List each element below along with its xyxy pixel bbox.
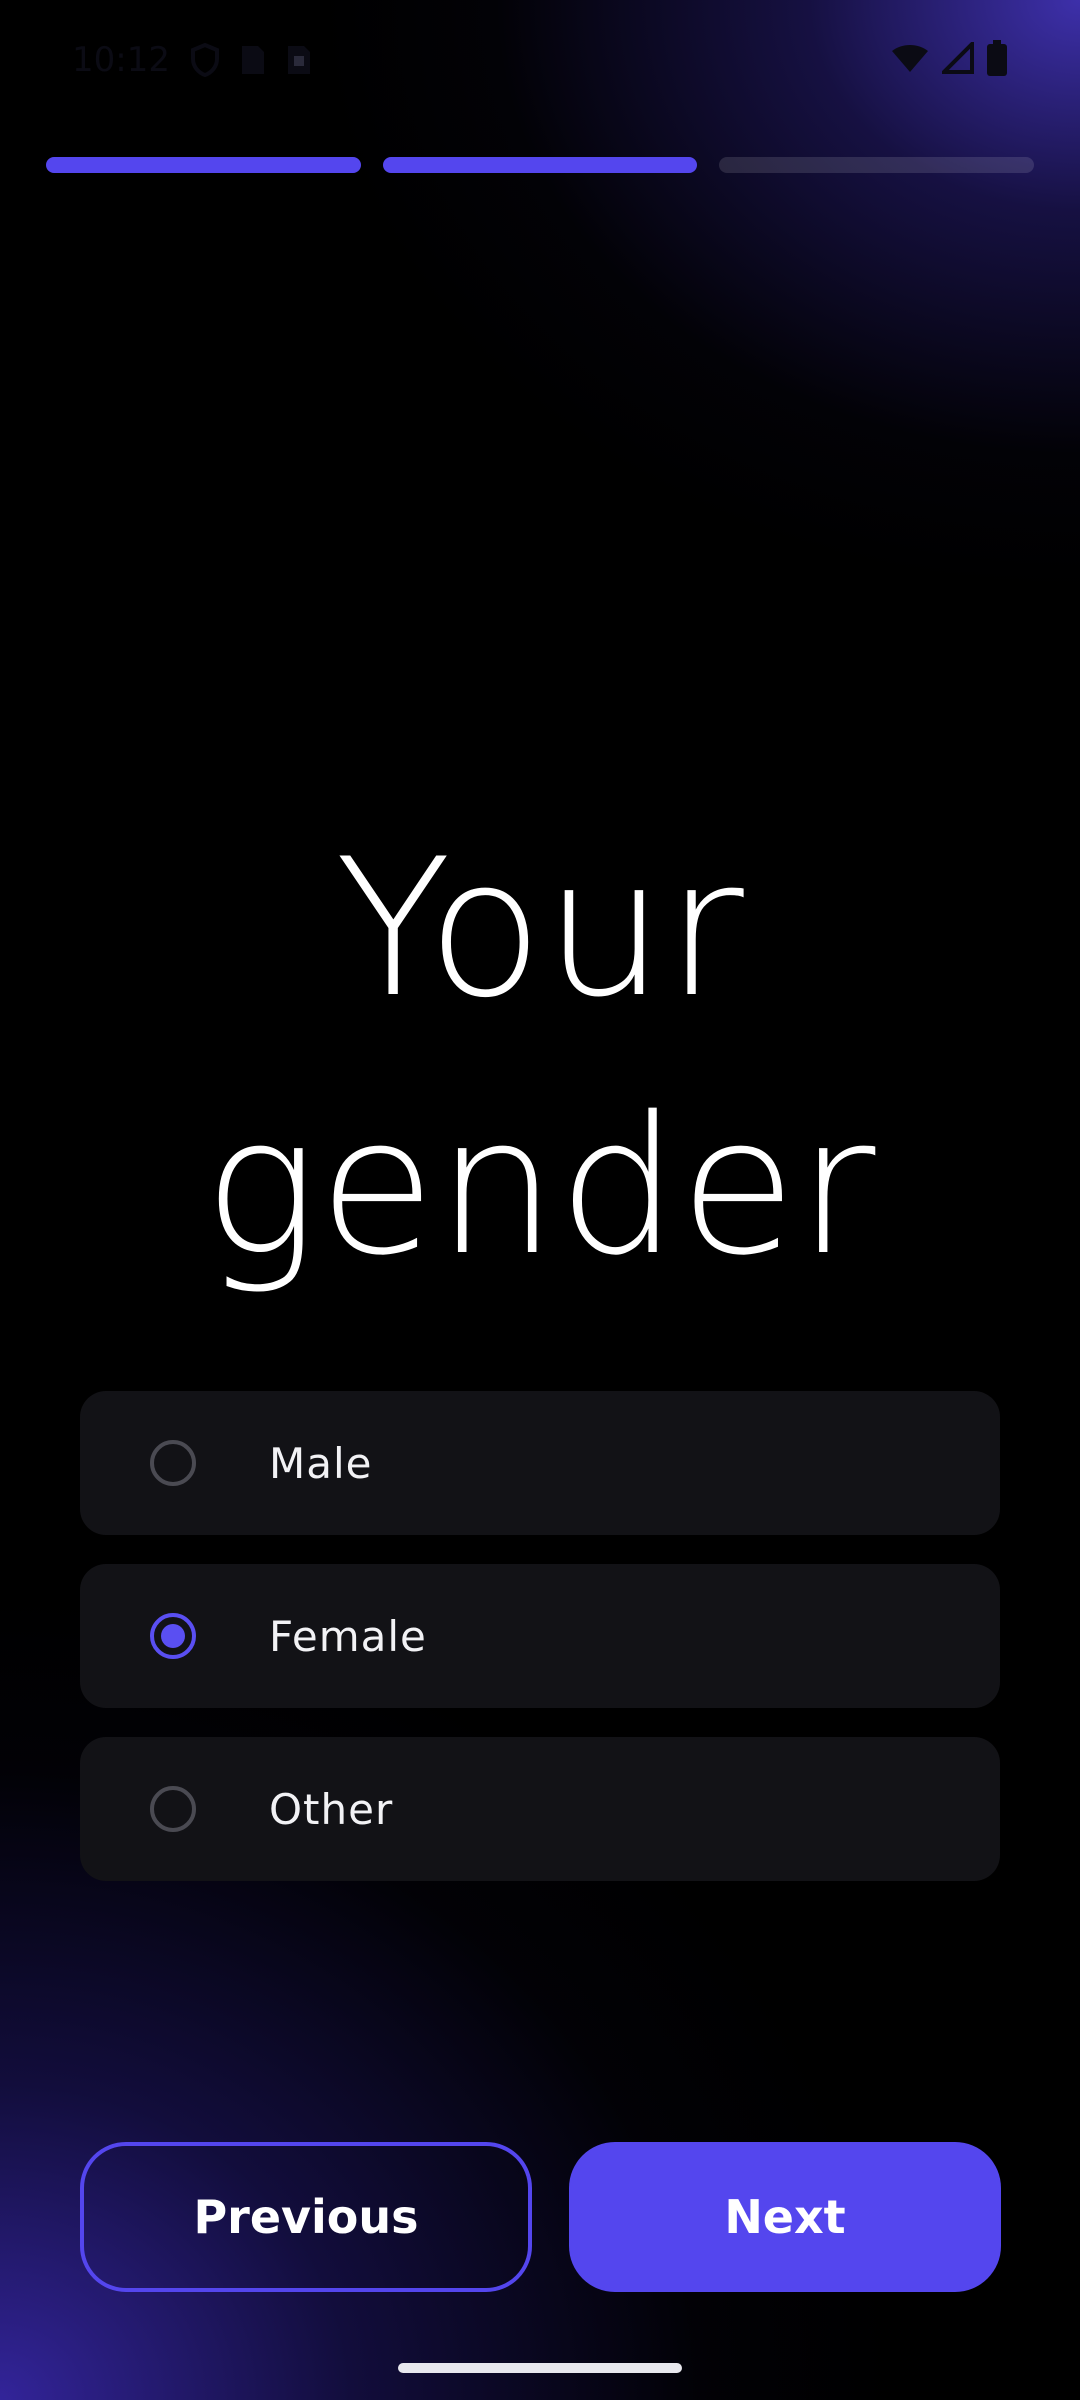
- home-indicator[interactable]: [398, 2363, 682, 2373]
- previous-button[interactable]: Previous: [80, 2142, 532, 2292]
- progress-step-2: [382, 157, 698, 173]
- status-time: 10:12: [72, 40, 170, 80]
- gender-options: Male Female Other: [80, 1391, 1000, 1910]
- title-line-2: gender: [203, 1076, 877, 1297]
- cellular-signal-icon: [942, 42, 974, 74]
- wifi-icon: [892, 45, 928, 72]
- option-label: Female: [269, 1611, 427, 1661]
- radio-button-other[interactable]: [150, 1786, 196, 1832]
- sim-card-icon: [241, 46, 264, 74]
- radio-button-female[interactable]: [150, 1613, 196, 1659]
- progress-step-3: [719, 157, 1035, 173]
- status-bar: 10:12: [0, 0, 1080, 120]
- shield-icon: [190, 43, 219, 77]
- battery-icon: [987, 40, 1007, 76]
- status-bar-right: [890, 40, 1008, 76]
- next-button[interactable]: Next: [569, 2142, 1001, 2292]
- option-label: Male: [269, 1438, 373, 1488]
- page-title: Your gender: [0, 800, 1080, 1316]
- option-other[interactable]: Other: [80, 1737, 1000, 1881]
- title-line-1: Your: [335, 818, 745, 1039]
- option-male[interactable]: Male: [80, 1391, 1000, 1535]
- step-progress: [46, 157, 1035, 173]
- progress-step-1: [46, 157, 361, 173]
- sd-card-icon: [287, 46, 310, 74]
- radio-button-male[interactable]: [150, 1440, 196, 1486]
- option-label: Other: [269, 1784, 394, 1834]
- option-female[interactable]: Female: [80, 1564, 1000, 1708]
- status-bar-left: 10:12: [72, 40, 312, 80]
